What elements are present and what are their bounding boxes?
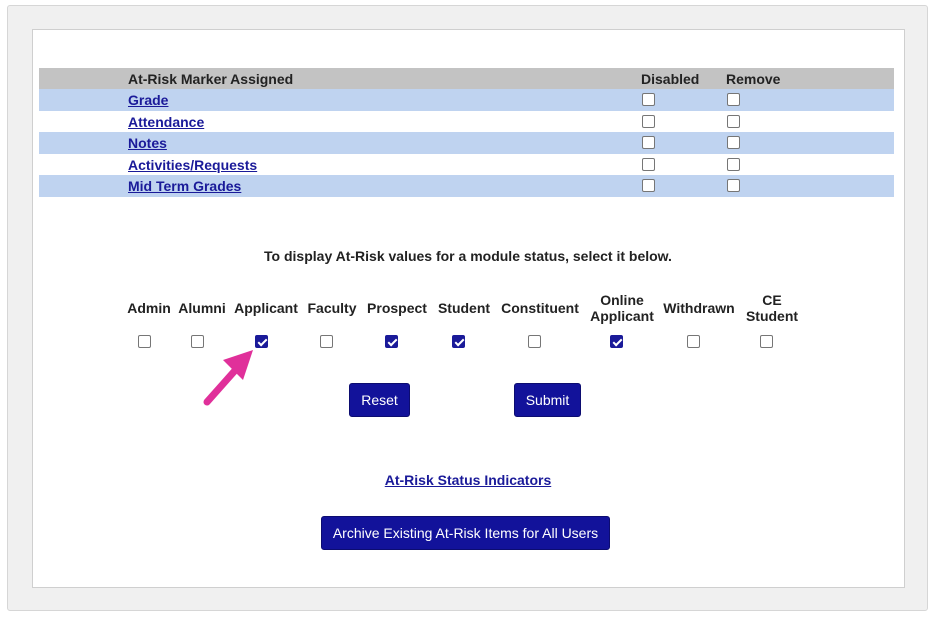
status-checkbox-prospect[interactable] — [385, 335, 398, 348]
status-checkbox-constituent[interactable] — [528, 335, 541, 348]
header-remove: Remove — [726, 71, 781, 87]
status-label-withdrawn: Withdrawn — [663, 300, 735, 316]
remove-checkbox-activities[interactable] — [727, 157, 740, 171]
status-checkbox-withdrawn[interactable] — [687, 335, 700, 348]
marker-link-mid-term-grades[interactable]: Mid Term Grades — [128, 178, 241, 194]
status-checkbox-student[interactable] — [452, 335, 465, 348]
status-label-ce-student: CE Student — [745, 292, 799, 324]
status-checkbox-faculty[interactable] — [320, 335, 333, 348]
status-checkbox-admin[interactable] — [138, 335, 151, 348]
table-header: At-Risk Marker Assigned Disabled Remove — [39, 68, 894, 89]
table-row: Activities/Requests — [39, 153, 894, 175]
status-label-faculty: Faculty — [307, 300, 357, 316]
remove-checkbox-mid-term[interactable] — [727, 179, 740, 192]
marker-link-activities-requests[interactable]: Activities/Requests — [128, 157, 257, 173]
status-label-applicant: Applicant — [234, 300, 298, 316]
disabled-checkbox-notes[interactable] — [642, 136, 655, 149]
at-risk-status-indicators-container: At-Risk Status Indicators — [0, 472, 936, 488]
disabled-checkbox-activities[interactable] — [642, 157, 655, 171]
header-marker: At-Risk Marker Assigned — [128, 71, 294, 87]
status-label-student: Student — [437, 300, 491, 316]
table-row: Mid Term Grades — [39, 175, 894, 197]
pointer-arrow-icon — [203, 350, 253, 406]
status-label-constituent: Constituent — [501, 300, 579, 316]
at-risk-marker-table: At-Risk Marker Assigned Disabled Remove … — [39, 68, 894, 197]
disabled-checkbox-grade[interactable] — [642, 93, 655, 106]
remove-checkbox-attendance[interactable] — [727, 114, 740, 128]
status-label-alumni: Alumni — [178, 300, 226, 316]
table-row: Attendance — [39, 110, 894, 132]
remove-checkbox-notes[interactable] — [727, 136, 740, 149]
status-label-prospect: Prospect — [367, 300, 427, 316]
marker-link-notes[interactable]: Notes — [128, 135, 167, 151]
status-checkbox-ce-student[interactable] — [760, 335, 773, 348]
status-checkbox-online-applicant[interactable] — [610, 335, 623, 348]
submit-button[interactable]: Submit — [514, 383, 581, 417]
header-disabled: Disabled — [641, 71, 700, 87]
disabled-checkbox-mid-term[interactable] — [642, 179, 655, 192]
marker-link-grade[interactable]: Grade — [128, 92, 168, 108]
reset-button[interactable]: Reset — [349, 383, 410, 417]
table-row: Grade — [39, 89, 894, 111]
archive-button[interactable]: Archive Existing At-Risk Items for All U… — [321, 516, 610, 550]
marker-link-attendance[interactable]: Attendance — [128, 114, 204, 130]
remove-checkbox-grade[interactable] — [727, 93, 740, 106]
status-label-admin: Admin — [127, 300, 171, 316]
disabled-checkbox-attendance[interactable] — [642, 114, 655, 128]
status-instructions: To display At-Risk values for a module s… — [264, 248, 672, 264]
status-label-online-applicant: Online Applicant — [590, 292, 654, 324]
table-row: Notes — [39, 132, 894, 154]
at-risk-status-indicators-link[interactable]: At-Risk Status Indicators — [385, 472, 551, 488]
